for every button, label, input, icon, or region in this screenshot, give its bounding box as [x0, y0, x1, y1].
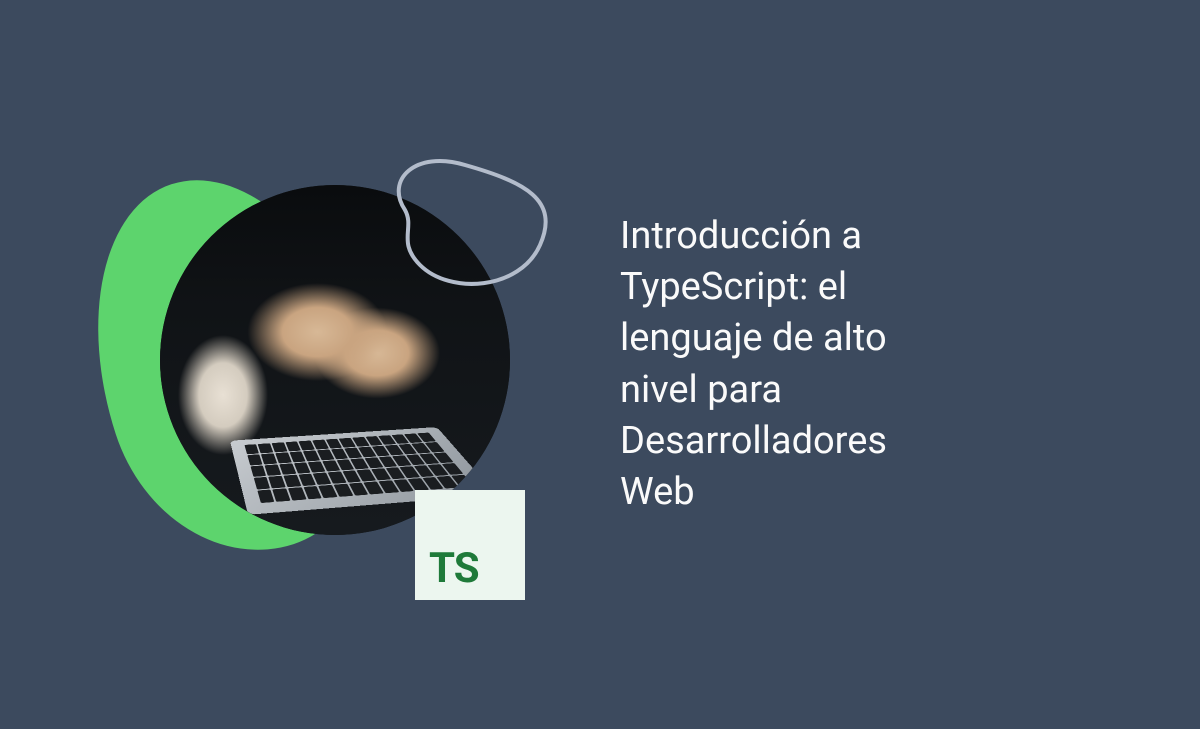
hero-container: TS Introducción a TypeScript: el lenguaj…: [0, 145, 1200, 585]
typescript-badge: TS: [415, 490, 525, 600]
typescript-badge-label: TS: [429, 548, 479, 590]
hero-graphic: TS: [100, 145, 540, 585]
hero-title: Introducción a TypeScript: el lenguaje d…: [620, 211, 950, 519]
squiggle-line-icon: [365, 140, 565, 320]
